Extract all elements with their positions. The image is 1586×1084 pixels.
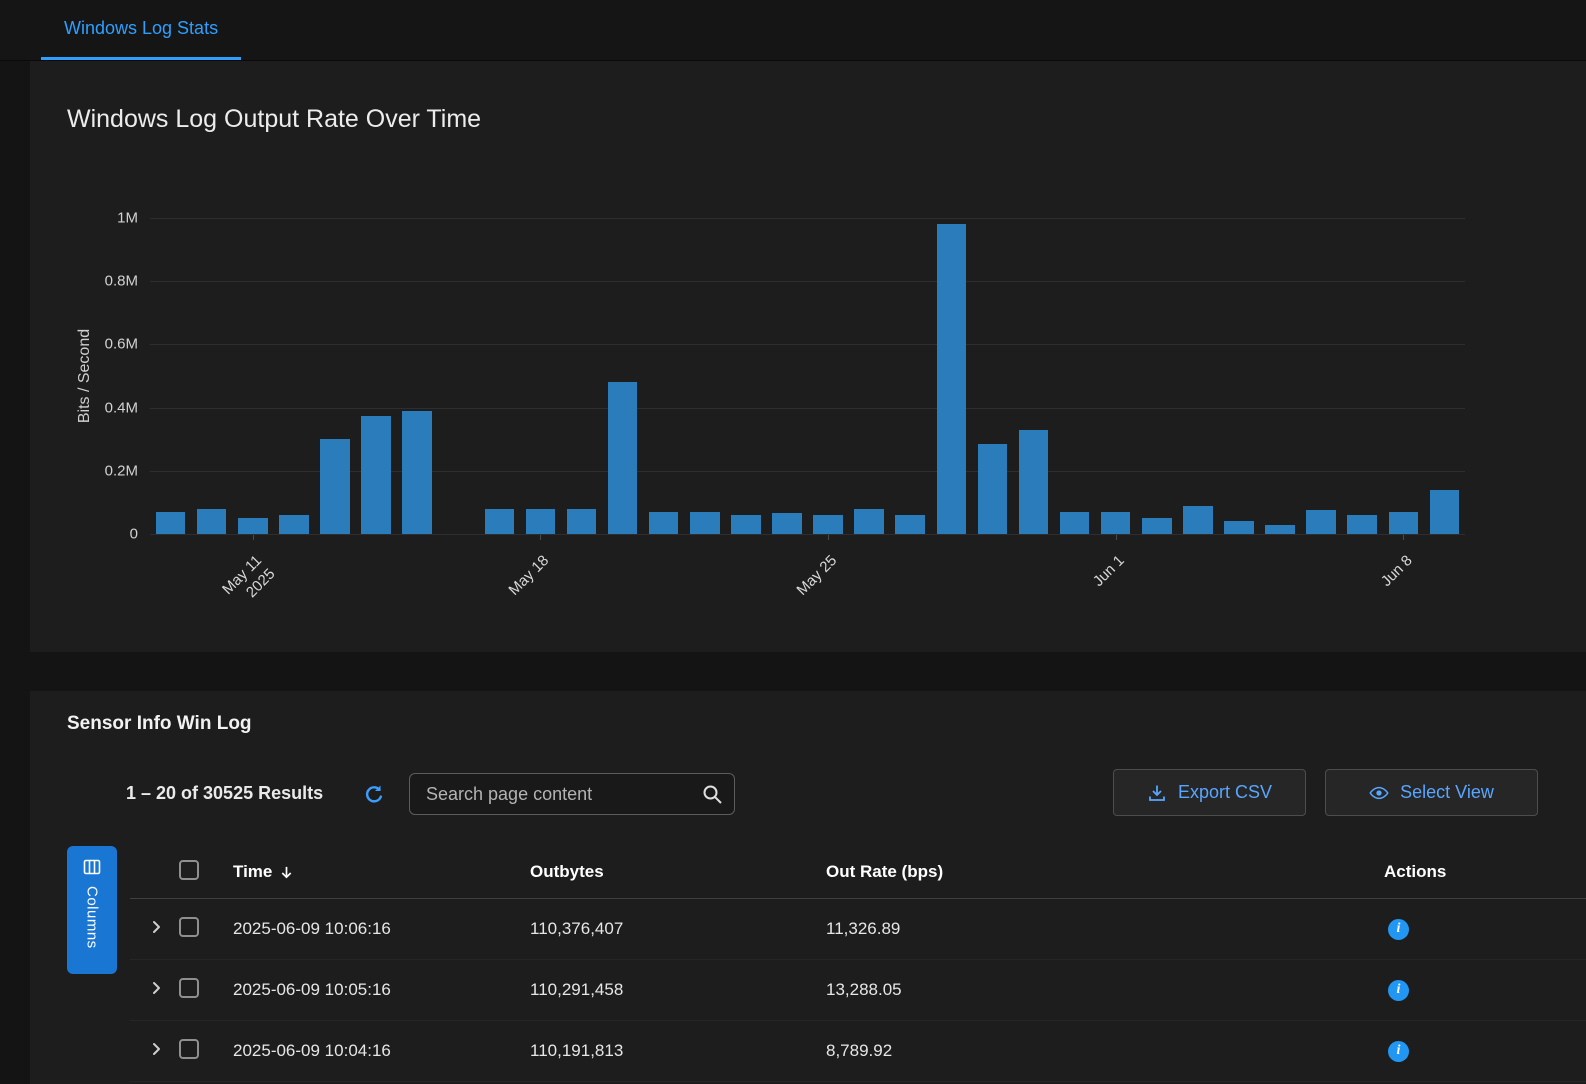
row-time: 2025-06-09 10:04:16 (233, 1041, 530, 1061)
chart-gridline (150, 281, 1465, 282)
export-csv-button[interactable]: Export CSV (1113, 769, 1306, 816)
chart-bar (402, 411, 432, 534)
chart-bar (1224, 521, 1254, 534)
chart-title: Windows Log Output Rate Over Time (67, 105, 481, 134)
chart-bar (1101, 512, 1131, 534)
chart-y-tick-label: 0.2M (105, 462, 138, 479)
search-input[interactable] (409, 773, 735, 815)
row-time: 2025-06-09 10:06:16 (233, 919, 530, 939)
export-csv-label: Export CSV (1178, 782, 1272, 803)
chart-bar (567, 509, 597, 534)
table-body: 2025-06-09 10:06:16 110,376,407 11,326.8… (130, 899, 1586, 1082)
refresh-icon (363, 784, 385, 806)
chart-gridline (150, 534, 1465, 535)
chart-bar (1430, 490, 1460, 534)
select-view-button[interactable]: Select View (1325, 769, 1538, 816)
chart-bar (1389, 512, 1419, 534)
sort-descending-icon (279, 865, 294, 880)
header-time[interactable]: Time (233, 862, 530, 882)
chart-bar (1019, 430, 1049, 534)
select-all-checkbox[interactable] (179, 860, 199, 880)
chart-bar (1183, 506, 1213, 534)
header-out-rate[interactable]: Out Rate (bps) (826, 862, 1384, 882)
chart-bar (485, 509, 515, 534)
chart-bar (649, 512, 679, 534)
chart-bar (937, 224, 967, 534)
row-time: 2025-06-09 10:05:16 (233, 980, 530, 1000)
expand-row-chevron-icon[interactable] (148, 919, 166, 937)
search-box (409, 773, 735, 815)
chart-bar (813, 515, 843, 534)
chart-bar (320, 439, 350, 534)
chart-bar (690, 512, 720, 534)
columns-button[interactable]: Columns (67, 846, 117, 974)
tab-windows-log-stats[interactable]: Windows Log Stats (41, 0, 241, 60)
row-outrate: 13,288.05 (826, 980, 1384, 1000)
chart-gridline (150, 218, 1465, 219)
chart-bar (197, 509, 227, 534)
select-view-label: Select View (1400, 782, 1494, 803)
chart-bar (1142, 518, 1172, 534)
chart-y-tick-label: 0.6M (105, 336, 138, 353)
chart-y-tick-label: 0.8M (105, 273, 138, 290)
chart-panel: Windows Log Output Rate Over Time Bits /… (30, 61, 1586, 652)
expand-row-chevron-icon[interactable] (148, 1041, 166, 1059)
chart-bar (526, 509, 556, 534)
table-row: 2025-06-09 10:06:16 110,376,407 11,326.8… (130, 899, 1586, 960)
chart-bar (1347, 515, 1377, 534)
row-outrate: 8,789.92 (826, 1041, 1384, 1061)
expand-row-chevron-icon[interactable] (148, 980, 166, 998)
chart-bar (978, 444, 1008, 534)
columns-button-label: Columns (84, 886, 101, 949)
chart-bar (895, 515, 925, 534)
row-outbytes: 110,376,407 (530, 919, 826, 939)
row-checkbox[interactable] (179, 917, 199, 937)
row-checkbox[interactable] (179, 1039, 199, 1059)
row-outbytes: 110,191,813 (530, 1041, 826, 1061)
chart-y-tick-label: 0 (130, 526, 138, 543)
results-count: 1 – 20 of 30525 Results (126, 783, 323, 804)
table-panel: Sensor Info Win Log 1 – 20 of 30525 Resu… (30, 691, 1586, 1084)
chart-bar (238, 518, 268, 534)
row-info-icon[interactable]: i (1388, 980, 1409, 1001)
chart-bar (772, 513, 802, 534)
chart-bar (279, 515, 309, 534)
row-info-icon[interactable]: i (1388, 919, 1409, 940)
chart-bar (361, 416, 391, 535)
chart-bar (1306, 510, 1336, 534)
refresh-button[interactable] (362, 784, 386, 808)
chart-x-labels: May 112025May 18May 25Jun 1Jun 8 (150, 544, 1465, 644)
chart-bar (1060, 512, 1090, 534)
download-icon (1147, 783, 1167, 803)
data-table: Time Outbytes Out Rate (bps) Actions 202… (130, 846, 1586, 1082)
chart-bar (854, 509, 884, 534)
chart-y-tick-label: 0.4M (105, 399, 138, 416)
row-outrate: 11,326.89 (826, 919, 1384, 939)
chart-gridline (150, 408, 1465, 409)
search-icon (701, 783, 723, 805)
tab-bar: Windows Log Stats (0, 0, 1586, 61)
chart-bar (608, 382, 638, 534)
table-section-title: Sensor Info Win Log (67, 713, 252, 735)
row-checkbox[interactable] (179, 978, 199, 998)
chart-y-tick-label: 1M (117, 210, 138, 227)
table-row: 2025-06-09 10:05:16 110,291,458 13,288.0… (130, 960, 1586, 1021)
row-outbytes: 110,291,458 (530, 980, 826, 1000)
chart-bar (1265, 525, 1295, 534)
columns-grid-icon (83, 858, 101, 876)
chart-bar (731, 515, 761, 534)
table-header-row: Time Outbytes Out Rate (bps) Actions (130, 846, 1586, 899)
header-actions: Actions (1384, 862, 1586, 882)
row-info-icon[interactable]: i (1388, 1041, 1409, 1062)
eye-icon (1369, 783, 1389, 803)
chart-plot-area (150, 218, 1465, 535)
table-row: 2025-06-09 10:04:16 110,191,813 8,789.92… (130, 1021, 1586, 1082)
chart-y-axis: 00.2M0.4M0.6M0.8M1M (30, 218, 138, 534)
header-outbytes[interactable]: Outbytes (530, 862, 826, 882)
chart-gridline (150, 344, 1465, 345)
chart-bar (156, 512, 186, 534)
panel-divider (0, 652, 1586, 691)
